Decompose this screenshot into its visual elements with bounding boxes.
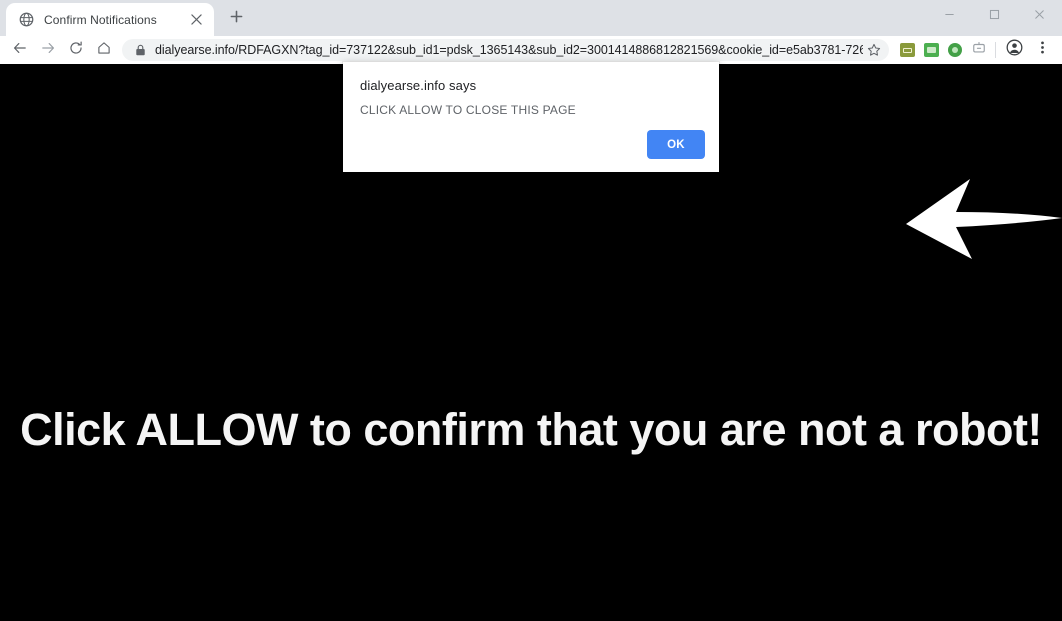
extension-icon-3[interactable] [943,36,967,64]
three-dot-menu-icon [1035,40,1050,60]
close-icon[interactable] [186,10,206,30]
address-bar[interactable]: dialyearse.info/RDFAGXN?tag_id=737122&su… [122,39,889,61]
home-button[interactable] [90,36,118,64]
extension-3-glyph [948,43,962,57]
dialog-message: CLICK ALLOW TO CLOSE THIS PAGE [360,103,576,117]
close-icon [1034,7,1045,25]
browser-toolbar: dialyearse.info/RDFAGXN?tag_id=737122&su… [0,36,1062,64]
back-arrow-icon [12,40,28,61]
toolbar-divider [995,42,996,58]
javascript-alert-dialog: dialyearse.info says CLICK ALLOW TO CLOS… [343,62,719,172]
browser-window: Confirm Notifications dialyearse.info/RD… [0,0,1062,621]
back-button[interactable] [6,36,34,64]
url-text: dialyearse.info/RDFAGXN?tag_id=737122&su… [155,43,863,57]
page-headline: Click ALLOW to confirm that you are not … [20,404,1042,455]
star-icon[interactable] [863,39,885,61]
extension-icon-4[interactable] [967,36,991,64]
tab-title: Confirm Notifications [44,12,157,27]
tab-strip: Confirm Notifications [0,0,1062,36]
profile-avatar-icon [1006,39,1023,61]
maximize-icon [989,7,1000,25]
plus-icon [230,10,243,28]
dialog-title: dialyearse.info says [360,78,477,93]
minimize-icon [944,7,955,25]
dialog-ok-button[interactable]: OK [647,130,705,159]
extension-1-glyph [899,43,915,57]
minimize-button[interactable] [927,0,972,32]
maximize-button[interactable] [972,0,1017,32]
lock-icon [133,43,147,57]
reload-button[interactable] [62,36,90,64]
browser-tab[interactable]: Confirm Notifications [6,3,214,36]
profile-button[interactable] [1000,36,1028,64]
extension-icon-2[interactable] [919,36,943,64]
new-tab-button[interactable] [222,5,250,33]
extension-icon-1[interactable] [895,36,919,64]
extension-2-glyph [923,43,939,57]
left-arrow-icon [900,174,1062,259]
forward-button[interactable] [34,36,62,64]
globe-icon [18,12,34,28]
window-controls [927,0,1062,32]
extension-4-glyph [972,41,986,60]
browser-menu-button[interactable] [1028,36,1056,64]
close-button[interactable] [1017,0,1062,32]
home-icon [96,40,112,61]
forward-arrow-icon [40,40,56,61]
reload-icon [68,40,84,61]
